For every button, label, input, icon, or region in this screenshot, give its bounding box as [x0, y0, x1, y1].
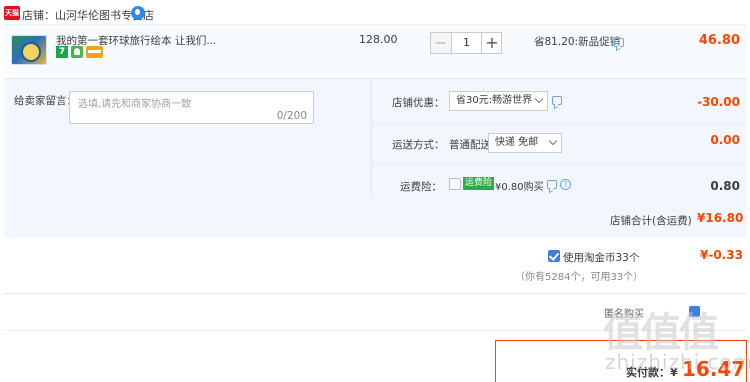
tmall-badge: 天猫	[4, 6, 20, 20]
message-placeholder: 选填,请先和商家协商一致	[78, 99, 192, 110]
product-thumbnail[interactable]	[11, 35, 47, 65]
row-divider	[372, 123, 746, 124]
shipping-amount: 0.00	[710, 133, 740, 147]
quantity-input[interactable]: 1	[452, 33, 481, 53]
subtotal-value: ¥16.80	[697, 211, 744, 225]
shipping-select[interactable]: 快递 免邮	[488, 133, 562, 153]
line-total: 46.80	[698, 33, 740, 48]
seven-day-return-icon: 7	[56, 46, 68, 58]
checkout-page: 天猫 店铺：山河华伦图书专营店 我的第一套环球旅行绘本 让我们... 7 128…	[0, 0, 750, 382]
shipping-value: 快递 免邮	[495, 137, 539, 148]
insurance-label: 运费险：	[400, 181, 442, 193]
shipping-method: 普通配送	[449, 139, 491, 151]
taojinbi-label: 使用淘金币33个	[563, 252, 640, 264]
watermark-url: zhizhizhi.com	[605, 350, 750, 374]
taojinbi-amount: ¥-0.33	[700, 248, 743, 262]
quantity-decrease-button[interactable]: −	[431, 33, 452, 53]
insurance-chat-icon[interactable]	[547, 180, 557, 189]
shop-discount-amount: -30.00	[697, 95, 740, 109]
shipping-label: 运送方式：	[392, 139, 445, 151]
discount-chat-icon[interactable]	[552, 96, 562, 105]
taojinbi-checkbox[interactable]	[548, 250, 560, 262]
subtotal-label: 店铺合计(含运费)	[610, 215, 692, 227]
promo-chat-icon[interactable]	[614, 38, 624, 47]
quantity-stepper: − 1 +	[430, 32, 502, 54]
seller-message-textarea[interactable]: 选填,请先和商家协商一致 0/200	[69, 91, 314, 124]
unit-price: 128.00	[359, 33, 398, 46]
section-divider	[4, 293, 746, 294]
insurance-badge: 运费险	[463, 177, 495, 190]
insurance-checkbox[interactable]	[449, 178, 461, 190]
message-label: 给卖家留言：	[14, 95, 77, 107]
guarantee-icon	[71, 46, 83, 58]
help-question-icon[interactable]: ?	[560, 179, 571, 190]
promotion-text: 省81.20:新品促销	[534, 36, 621, 48]
shop-discount-label: 店铺优惠：	[392, 97, 445, 109]
wangwang-chat-icon[interactable]	[131, 6, 145, 20]
shop-discount-value: 省30元:畅游世界	[456, 95, 533, 106]
panel-divider	[371, 79, 372, 198]
message-counter: 0/200	[276, 110, 307, 122]
quantity-increase-button[interactable]: +	[481, 33, 502, 53]
credit-card-icon	[86, 46, 103, 58]
taojinbi-balance: （你有5284个，可用33个）	[515, 272, 644, 283]
insurance-price: ¥0.80购买	[495, 182, 544, 193]
insurance-amount: 0.80	[710, 179, 740, 193]
order-item-row	[4, 24, 746, 74]
shop-discount-select[interactable]: 省30元:畅游世界	[449, 91, 548, 111]
row-divider	[372, 164, 746, 165]
chevron-down-icon	[548, 136, 558, 146]
chevron-down-icon	[534, 94, 544, 104]
